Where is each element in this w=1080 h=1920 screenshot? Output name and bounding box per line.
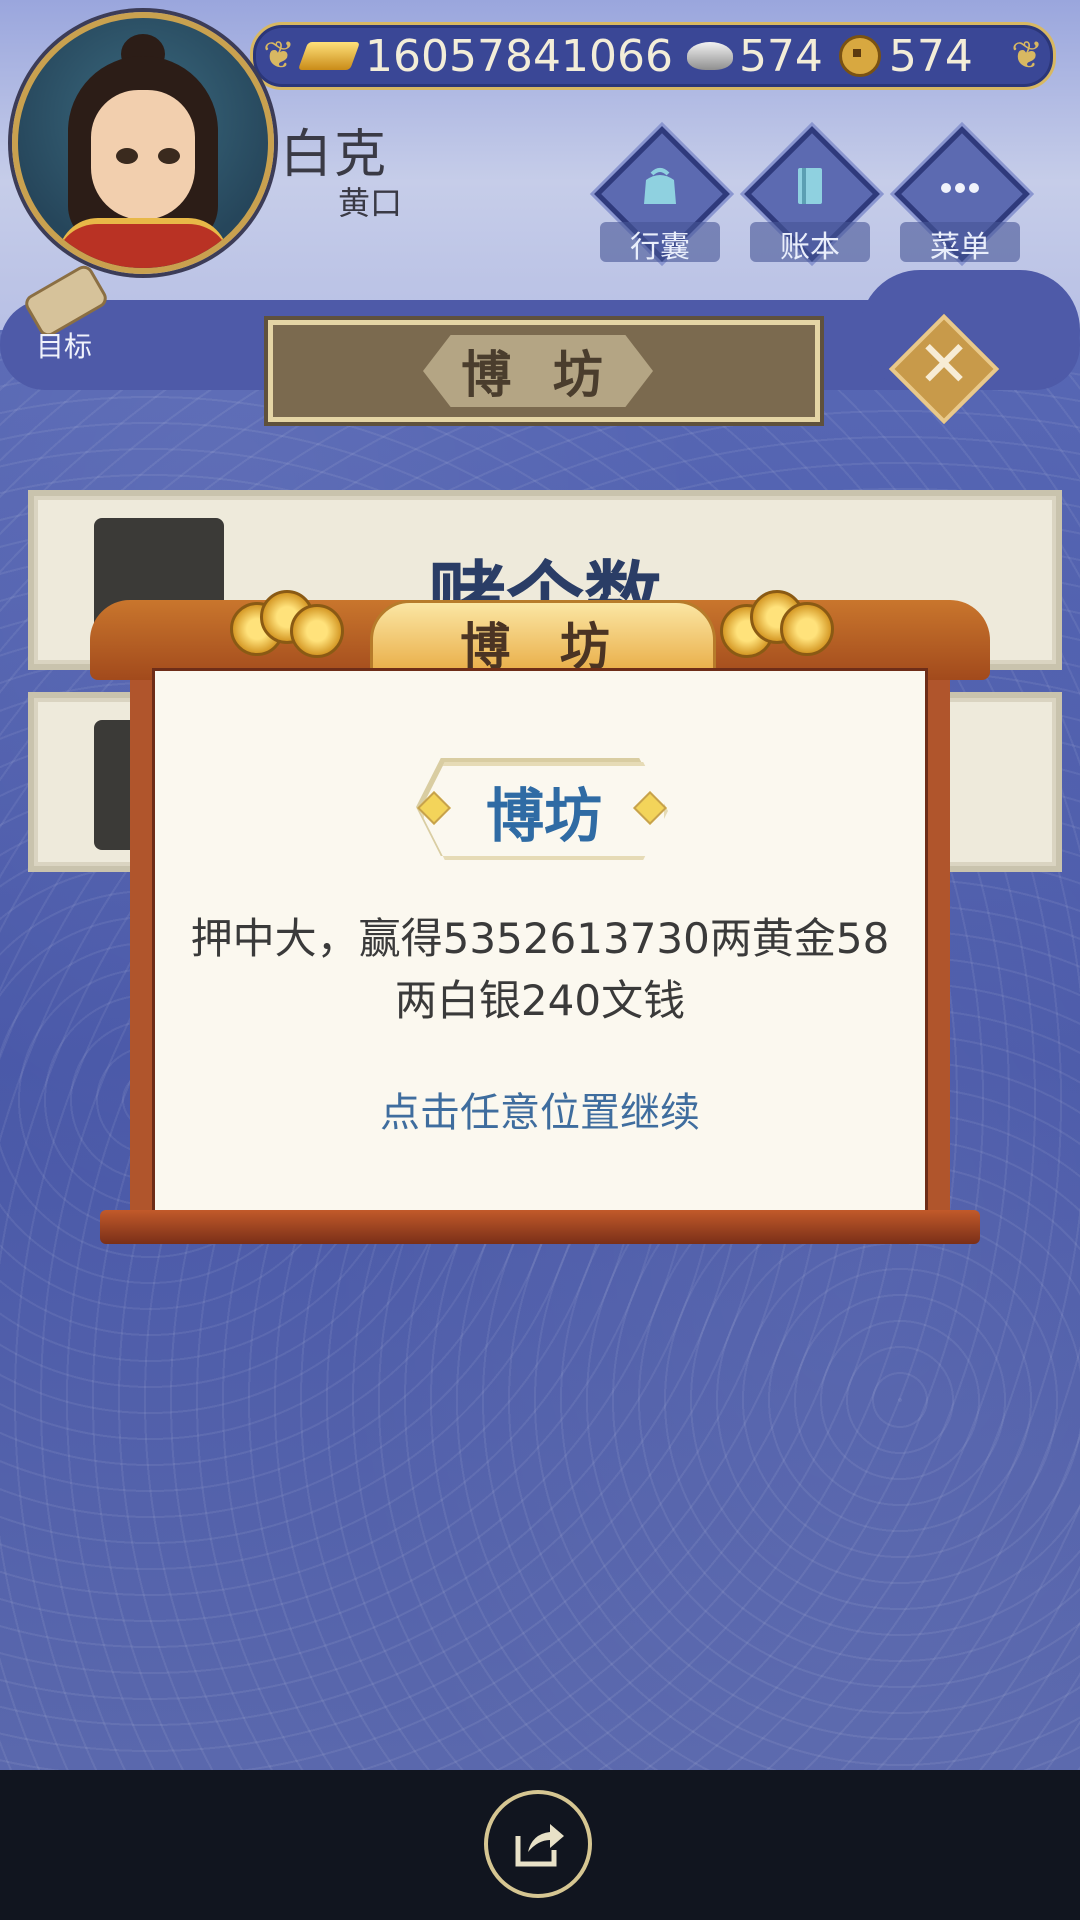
copper-counter: 574 bbox=[823, 31, 973, 82]
eye bbox=[116, 148, 138, 164]
continue-hint[interactable]: 点击任意位置继续 bbox=[190, 1080, 890, 1138]
goal-label: 目标 bbox=[36, 330, 93, 363]
menu-button[interactable]: 菜单 bbox=[894, 126, 1030, 265]
currency-bar: ❦ 16057841066 574 574 ❦ bbox=[250, 22, 1056, 90]
goal-button[interactable]: 目标 bbox=[18, 262, 111, 363]
copper-amount: 574 bbox=[888, 30, 973, 82]
gold-counter: 16057841066 bbox=[253, 31, 673, 82]
menu-label: 菜单 bbox=[900, 222, 1020, 265]
result-message: 押中大，赢得5352613730两黄金58两白银240文钱 bbox=[190, 914, 890, 1025]
bamboo-icon: ❦ bbox=[1011, 33, 1043, 77]
silver-counter: 574 bbox=[673, 31, 823, 82]
bamboo-icon: ❦ bbox=[263, 33, 295, 77]
eye bbox=[158, 148, 180, 164]
share-button[interactable] bbox=[484, 1790, 592, 1898]
page-title-banner: 博 坊 bbox=[268, 320, 820, 422]
bag-icon bbox=[644, 168, 676, 204]
more-icon bbox=[941, 183, 979, 193]
share-icon bbox=[515, 1824, 564, 1867]
player-title: 黄口 bbox=[338, 184, 403, 222]
modal-base bbox=[100, 1210, 980, 1244]
bag-label: 行囊 bbox=[600, 222, 720, 265]
coin-string-icon bbox=[720, 590, 840, 658]
close-icon[interactable]: ✕ bbox=[905, 326, 983, 404]
copper-coin-icon bbox=[838, 35, 881, 77]
silver-amount: 574 bbox=[738, 30, 823, 82]
player-name: 白克 bbox=[280, 125, 389, 185]
ledger-label: 账本 bbox=[750, 222, 870, 265]
page-title: 博 坊 bbox=[423, 335, 653, 407]
player-avatar[interactable] bbox=[12, 12, 274, 274]
ledger-icon bbox=[798, 168, 822, 204]
gold-amount: 16057841066 bbox=[365, 30, 673, 82]
bag-button[interactable]: 行囊 bbox=[594, 126, 730, 265]
gold-bar-icon bbox=[297, 42, 361, 70]
ledger-button[interactable]: 账本 bbox=[744, 126, 880, 265]
coin-string-icon bbox=[230, 590, 350, 658]
modal-heading: 博坊 bbox=[420, 762, 668, 860]
silver-ingot-icon bbox=[686, 42, 733, 70]
